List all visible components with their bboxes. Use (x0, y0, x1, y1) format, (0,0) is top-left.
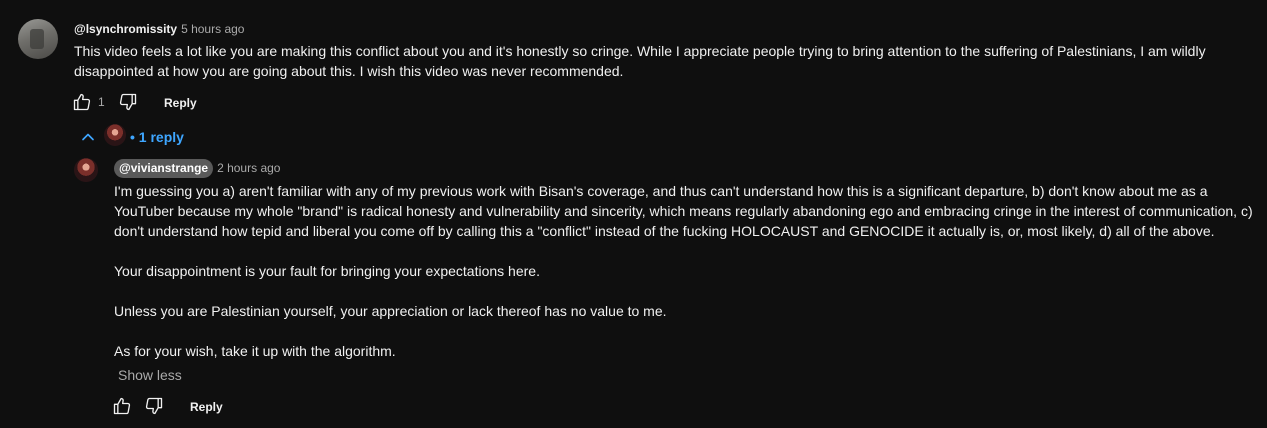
thumbs-up-icon (112, 396, 132, 416)
reply-author-avatar-thumb (104, 124, 126, 146)
reply-time[interactable]: 2 hours ago (217, 161, 280, 175)
reply-author-avatar[interactable] (74, 158, 98, 182)
thumbs-down-icon (144, 396, 164, 416)
like-count: 1 (98, 95, 105, 109)
reply-like-button[interactable] (112, 396, 132, 416)
comment-time[interactable]: 5 hours ago (181, 22, 244, 36)
reply-dislike-button[interactable] (144, 396, 164, 416)
comment-dislike-button[interactable] (118, 92, 138, 112)
reply-author-badge[interactable]: @vivianstrange (114, 159, 214, 178)
comment-reply-button[interactable]: Reply (164, 96, 197, 110)
comment-header: @lsynchromissity 5 hours ago (74, 22, 244, 36)
replies-count-label[interactable]: • 1 reply (130, 129, 184, 145)
thumbs-down-icon (118, 92, 138, 112)
reply-paragraph: As for your wish, take it up with the al… (114, 343, 396, 359)
thumbs-up-icon (72, 92, 92, 112)
reply-text: I'm guessing you a) aren't familiar with… (114, 181, 1254, 361)
comment-author[interactable]: @lsynchromissity (74, 22, 177, 36)
comment-like-button[interactable]: 1 (72, 92, 105, 112)
reply-paragraph: Unless you are Palestinian yourself, you… (114, 303, 667, 319)
reply-paragraph: Your disappointment is your fault for br… (114, 263, 540, 279)
reply-reply-button[interactable]: Reply (190, 400, 223, 414)
chevron-up-icon (78, 127, 98, 147)
replies-toggle[interactable] (78, 127, 98, 147)
reply-header: @vivianstrange 2 hours ago (114, 159, 280, 178)
comment-text: This video feels a lot like you are maki… (74, 43, 1206, 79)
reply-paragraph: I'm guessing you a) aren't familiar with… (114, 183, 1253, 239)
commenter-avatar[interactable] (18, 19, 58, 59)
show-less-button[interactable]: Show less (118, 367, 182, 383)
